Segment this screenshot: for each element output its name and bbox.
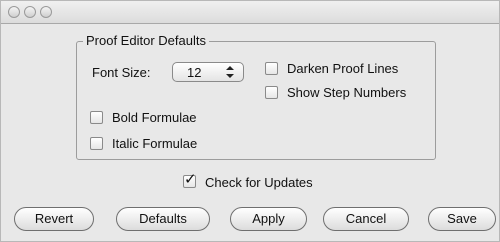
bold-formulae-checkbox[interactable] bbox=[90, 111, 103, 124]
check-for-updates-checkbox[interactable]: ✓ bbox=[183, 171, 197, 188]
group-title: Proof Editor Defaults bbox=[83, 33, 209, 48]
font-size-label: Font Size: bbox=[92, 65, 151, 80]
zoom-icon[interactable] bbox=[40, 6, 52, 18]
apply-button[interactable]: Apply bbox=[230, 207, 307, 231]
defaults-button[interactable]: Defaults bbox=[116, 207, 210, 231]
show-step-numbers-label: Show Step Numbers bbox=[287, 85, 407, 100]
italic-formulae-label: Italic Formulae bbox=[112, 136, 198, 151]
darken-proof-lines-checkbox[interactable] bbox=[265, 62, 278, 75]
minimize-icon[interactable] bbox=[24, 6, 36, 18]
revert-button[interactable]: Revert bbox=[14, 207, 94, 231]
italic-formulae-checkbox[interactable] bbox=[90, 137, 103, 150]
close-icon[interactable] bbox=[8, 6, 20, 18]
check-for-updates-label: Check for Updates bbox=[205, 175, 313, 190]
bold-formulae-label: Bold Formulae bbox=[112, 110, 197, 125]
cancel-button[interactable]: Cancel bbox=[323, 207, 409, 231]
show-step-numbers-checkbox[interactable] bbox=[265, 86, 278, 99]
darken-proof-lines-label: Darken Proof Lines bbox=[287, 61, 399, 76]
font-size-value: 12 bbox=[187, 65, 202, 80]
up-down-arrows-icon[interactable] bbox=[225, 65, 235, 79]
font-size-stepper[interactable]: 12 bbox=[172, 62, 244, 82]
save-button[interactable]: Save bbox=[428, 207, 496, 231]
title-bar[interactable] bbox=[1, 1, 499, 24]
checkmark-icon: ✓ bbox=[184, 171, 197, 188]
